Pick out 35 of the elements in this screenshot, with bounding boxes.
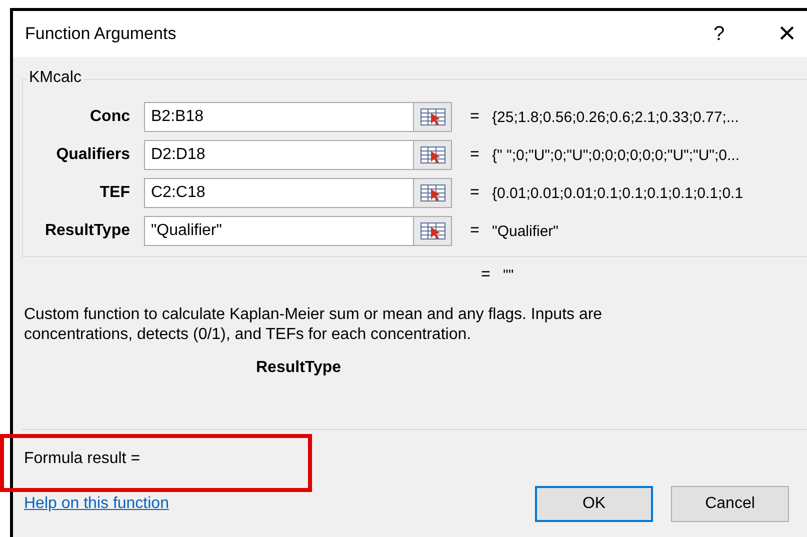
- argument-label: Qualifiers: [55, 146, 130, 164]
- range-select-icon: [420, 107, 446, 127]
- equals-sign: =: [481, 266, 492, 284]
- equals-sign: =: [470, 108, 480, 126]
- argument-value: {" ";0;"U";0;"U";0;0;0;0;0;0;"U";"U";0...: [492, 146, 740, 164]
- argument-help: ResultType: [256, 359, 342, 377]
- help-link[interactable]: Help on this function: [22, 495, 535, 513]
- equals-sign: =: [470, 222, 480, 240]
- formula-result: Formula result =: [24, 450, 142, 468]
- range-picker-button[interactable]: [414, 140, 452, 170]
- argument-field[interactable]: "Qualifier": [144, 216, 414, 246]
- close-button[interactable]: ×: [767, 17, 807, 51]
- argument-label: Conc: [89, 108, 130, 126]
- argument-field[interactable]: D2:D18: [144, 140, 414, 170]
- function-value: "": [503, 266, 514, 284]
- window-title: Function Arguments: [25, 24, 178, 44]
- argument-field[interactable]: B2:B18: [144, 102, 414, 132]
- range-picker-button[interactable]: [414, 102, 452, 132]
- argument-value: "Qualifier": [492, 222, 559, 240]
- argument-field[interactable]: C2:C18: [144, 178, 414, 208]
- range-select-icon: [420, 221, 446, 241]
- function-description: Custom function to calculate Kaplan-Meier sum or mean and any flags. Inputs are concentrations, detects (0/1), and TEFs for each concentration.: [24, 305, 604, 345]
- ok-button[interactable]: OK: [535, 486, 653, 522]
- argument-value: {25;1.8;0.56;0.26;0.6;2.1;0.33;0.77;...: [492, 108, 739, 126]
- help-button[interactable]: ?: [699, 22, 739, 46]
- range-picker-button[interactable]: [414, 178, 452, 208]
- cancel-button[interactable]: Cancel: [671, 486, 789, 522]
- range-select-icon: [420, 183, 446, 203]
- range-picker-button[interactable]: [414, 216, 452, 246]
- argument-label: TEF: [98, 184, 130, 202]
- argument-value: {0.01;0.01;0.01;0.1;0.1;0.1;0.1;0.1;0.1: [492, 184, 744, 202]
- argument-label: ResultType: [44, 222, 130, 240]
- equals-sign: =: [470, 184, 480, 202]
- equals-sign: =: [470, 146, 480, 164]
- range-select-icon: [420, 145, 446, 165]
